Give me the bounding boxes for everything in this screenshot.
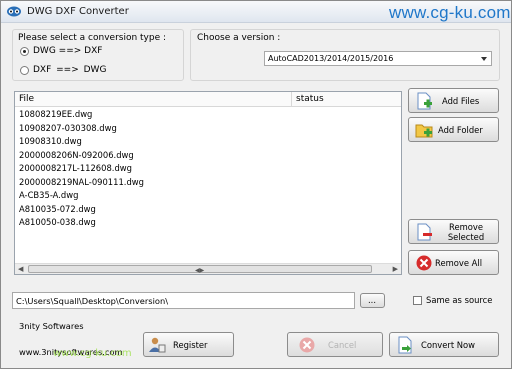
watermark-text: www.cg-ku.com	[389, 3, 511, 22]
file-rows: 10808219EE.dwg 10908207-030308.dwg 10908…	[19, 108, 144, 230]
chevron-down-icon[interactable]	[481, 57, 487, 61]
scrollbar-thumb[interactable]: ◀▶	[28, 265, 372, 274]
version-selected-value: AutoCAD2013/2014/2015/2016	[268, 54, 394, 63]
output-path-value: C:\Users\Squall\Desktop\Conversion\	[16, 296, 169, 306]
add-folder-label: Add Folder	[438, 125, 483, 135]
add-files-button[interactable]: Add Files	[408, 88, 499, 113]
column-header-status[interactable]: status	[296, 94, 324, 104]
list-item[interactable]: 10908310.dwg	[19, 135, 144, 149]
add-files-label: Add Files	[442, 96, 480, 106]
cancel-button[interactable]: Cancel	[287, 332, 383, 357]
title-bar: DWG DXF Converter www.cg-ku.com	[1, 1, 511, 23]
column-header-file[interactable]: File	[19, 94, 34, 104]
scroll-left-icon[interactable]: ◀	[18, 265, 23, 273]
list-item[interactable]: 2000008219NAL-090111.dwg	[19, 176, 144, 190]
radio-dxf-to-dwg[interactable]	[20, 66, 29, 75]
grip-icon: ◀▶	[195, 267, 205, 274]
convert-now-button[interactable]: Convert Now	[389, 332, 499, 357]
scroll-right-icon[interactable]: ▶	[393, 265, 398, 273]
add-file-icon	[417, 92, 432, 110]
cancel-label: Cancel	[328, 340, 357, 350]
remove-all-icon	[416, 255, 432, 271]
add-folder-icon	[415, 124, 433, 138]
remove-all-label: Remove All	[435, 258, 483, 268]
horizontal-scrollbar[interactable]: ◀ ◀▶ ▶	[15, 263, 401, 274]
list-item[interactable]: A-CB35-A.dwg	[19, 189, 144, 203]
list-item[interactable]: 10908207-030308.dwg	[19, 122, 144, 136]
watermark-overlay-text: www.cg-ku.com	[53, 348, 132, 359]
list-item[interactable]: 2000008206N-092006.dwg	[19, 149, 144, 163]
radio-dwg-to-dxf-label[interactable]: DWG ==> DXF	[33, 46, 102, 56]
company-name: 3nity Softwares	[19, 321, 84, 331]
convert-icon	[398, 336, 412, 354]
remove-selected-button[interactable]: Remove Selected	[408, 219, 499, 244]
register-label: Register	[173, 340, 208, 350]
list-item[interactable]: 10808219EE.dwg	[19, 108, 144, 122]
output-path-field[interactable]: C:\Users\Squall\Desktop\Conversion\	[12, 292, 355, 309]
same-as-source-label[interactable]: Same as source	[426, 295, 492, 305]
version-label: Choose a version :	[197, 33, 281, 43]
cancel-icon	[299, 337, 315, 353]
version-group: Choose a version : AutoCAD2013/2014/2015…	[190, 29, 500, 81]
version-dropdown[interactable]: AutoCAD2013/2014/2015/2016	[264, 51, 492, 66]
main-window: DWG DXF Converter www.cg-ku.com Please s…	[0, 0, 512, 369]
register-user-icon	[149, 337, 166, 353]
remove-selected-label: Remove Selected	[447, 222, 485, 242]
list-item[interactable]: A810035-072.dwg	[19, 203, 144, 217]
remove-file-icon	[417, 223, 432, 241]
register-button[interactable]: Register	[143, 332, 234, 357]
same-as-source-checkbox[interactable]	[413, 296, 422, 305]
list-item[interactable]: A810050-038.dwg	[19, 216, 144, 230]
add-folder-button[interactable]: Add Folder	[408, 117, 499, 142]
column-divider[interactable]	[291, 92, 292, 107]
window-title: DWG DXF Converter	[27, 6, 129, 17]
app-logo-icon	[7, 6, 21, 17]
radio-dwg-to-dxf[interactable]	[20, 47, 29, 56]
file-list-header: File status	[15, 92, 401, 107]
list-item[interactable]: 2000008217L-112608.dwg	[19, 162, 144, 176]
convert-now-label: Convert Now	[421, 340, 476, 350]
browse-button[interactable]: ...	[360, 293, 385, 308]
conversion-type-label: Please select a conversion type :	[18, 33, 167, 43]
radio-dxf-to-dwg-label[interactable]: DXF ==> DWG	[33, 65, 106, 75]
file-list[interactable]: File status 10808219EE.dwg 10908207-0303…	[14, 91, 402, 275]
remove-all-button[interactable]: Remove All	[408, 250, 499, 275]
browse-label: ...	[368, 295, 376, 305]
conversion-type-group: Please select a conversion type : DWG ==…	[12, 29, 184, 81]
